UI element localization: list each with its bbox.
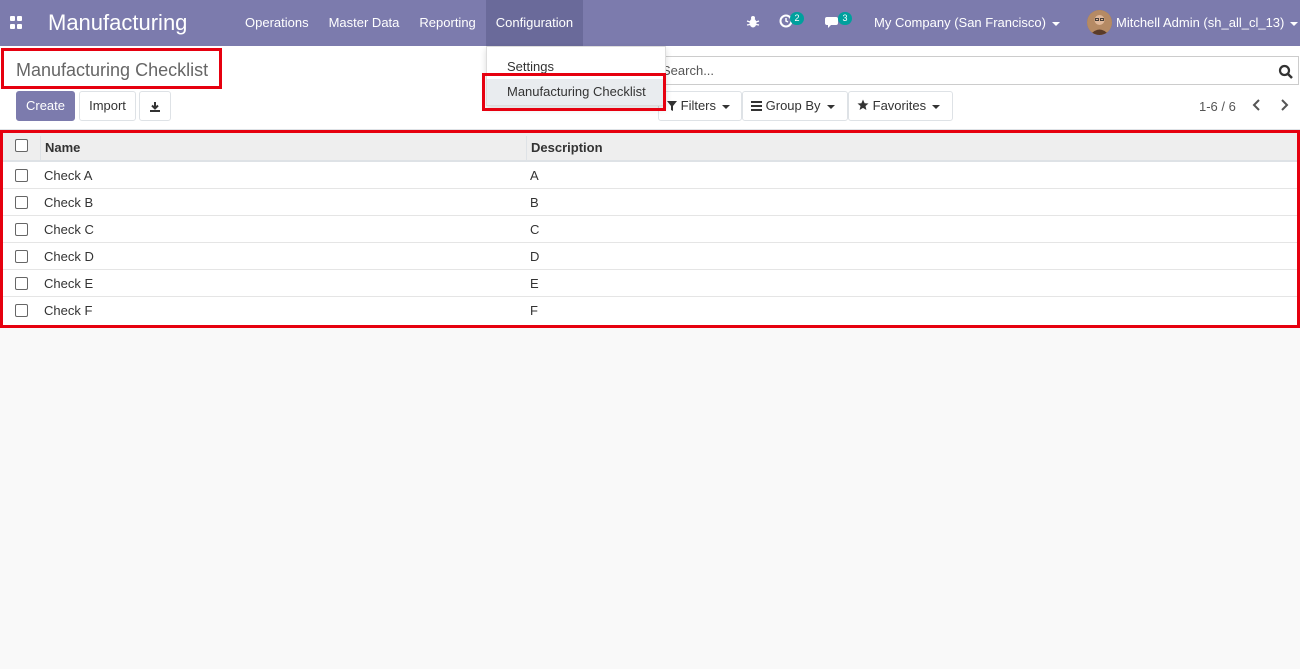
row-description: B	[530, 195, 539, 210]
row-description: C	[530, 222, 540, 237]
list-view: Name Description Check A A Check B B Che…	[0, 130, 1300, 328]
dropdown-item-manufacturing-checklist[interactable]: Manufacturing Checklist	[487, 79, 665, 105]
group-by-label: Group By	[765, 98, 821, 113]
user-name: Mitchell Admin (sh_all_cl_13)	[1116, 15, 1285, 30]
group-by-button[interactable]: Group By	[742, 91, 848, 121]
table-row[interactable]: Check D D	[0, 243, 1300, 270]
page-title: Manufacturing Checklist	[16, 60, 209, 80]
column-divider	[40, 136, 41, 162]
chevron-left-icon[interactable]	[1250, 98, 1264, 112]
search-input[interactable]	[662, 63, 1262, 78]
dropdown-item-settings[interactable]: Settings	[487, 54, 665, 80]
messages-count-badge: 3	[838, 12, 852, 25]
row-name: Check C	[44, 222, 94, 237]
user-avatar-icon	[1087, 10, 1112, 35]
table-row[interactable]: Check B B	[0, 189, 1300, 216]
row-name: Check A	[44, 168, 93, 183]
download-icon	[150, 101, 160, 112]
chevron-down-icon	[932, 104, 941, 109]
row-name: Check B	[44, 195, 94, 210]
row-name: Check D	[44, 249, 94, 264]
group-by-icon	[751, 101, 762, 111]
table-row[interactable]: Check C C	[0, 216, 1300, 243]
chevron-down-icon	[1051, 21, 1060, 26]
table-header: Name Description	[0, 133, 1300, 162]
company-switcher[interactable]: My Company (San Francisco)	[874, 15, 1060, 30]
create-button[interactable]: Create	[16, 91, 75, 121]
chevron-down-icon	[722, 104, 731, 109]
star-icon	[857, 99, 869, 110]
row-description: E	[530, 276, 539, 291]
chevron-down-icon	[826, 104, 835, 109]
table-row[interactable]: Check E E	[0, 270, 1300, 297]
column-header-name[interactable]: Name	[45, 140, 80, 155]
pager-value[interactable]: 1-6 / 6	[1199, 99, 1236, 114]
row-description: F	[530, 303, 538, 318]
menu-master-data[interactable]: Master Data	[319, 0, 410, 46]
row-name: Check F	[44, 303, 93, 318]
chevron-down-icon	[1290, 21, 1299, 26]
app-name: Manufacturing	[48, 10, 188, 35]
row-checkbox[interactable]	[15, 277, 28, 290]
company-name: My Company (San Francisco)	[874, 15, 1046, 30]
row-checkbox[interactable]	[15, 304, 28, 317]
search-icon[interactable]	[1278, 64, 1294, 80]
row-description: A	[530, 168, 539, 183]
select-all-checkbox[interactable]	[15, 139, 28, 152]
column-divider	[526, 136, 527, 162]
filters-label: Filters	[680, 98, 717, 113]
favorites-label: Favorites	[872, 98, 927, 113]
row-description: D	[530, 249, 540, 264]
bug-icon[interactable]	[746, 15, 760, 29]
user-menu[interactable]: Mitchell Admin (sh_all_cl_13)	[1116, 15, 1299, 30]
row-name: Check E	[44, 276, 94, 291]
search-bar	[657, 56, 1299, 85]
menu-configuration[interactable]: Configuration	[485, 0, 584, 46]
menu-operations[interactable]: Operations	[235, 0, 319, 46]
row-checkbox[interactable]	[15, 223, 28, 236]
top-navbar: Manufacturing Operations Master Data Rep…	[0, 0, 1300, 46]
filters-button[interactable]: Filters	[658, 91, 742, 121]
configuration-dropdown: Settings Manufacturing Checklist	[486, 46, 666, 106]
row-checkbox[interactable]	[15, 250, 28, 263]
favorites-button[interactable]: Favorites	[848, 91, 953, 121]
main-menu: Operations Master Data Reporting Configu…	[235, 0, 584, 46]
table-row[interactable]: Check F F	[0, 297, 1300, 324]
apps-grid-icon[interactable]	[10, 16, 23, 29]
avatar[interactable]	[1087, 10, 1112, 35]
chevron-right-icon[interactable]	[1277, 98, 1291, 112]
menu-reporting[interactable]: Reporting	[409, 0, 485, 46]
row-checkbox[interactable]	[15, 196, 28, 209]
filter-icon	[667, 101, 677, 111]
import-button[interactable]: Import	[79, 91, 136, 121]
row-checkbox[interactable]	[15, 169, 28, 182]
download-button[interactable]	[139, 91, 171, 121]
activities-count-badge: 2	[790, 12, 804, 25]
column-header-description[interactable]: Description	[531, 140, 603, 155]
table-row[interactable]: Check A A	[0, 162, 1300, 189]
